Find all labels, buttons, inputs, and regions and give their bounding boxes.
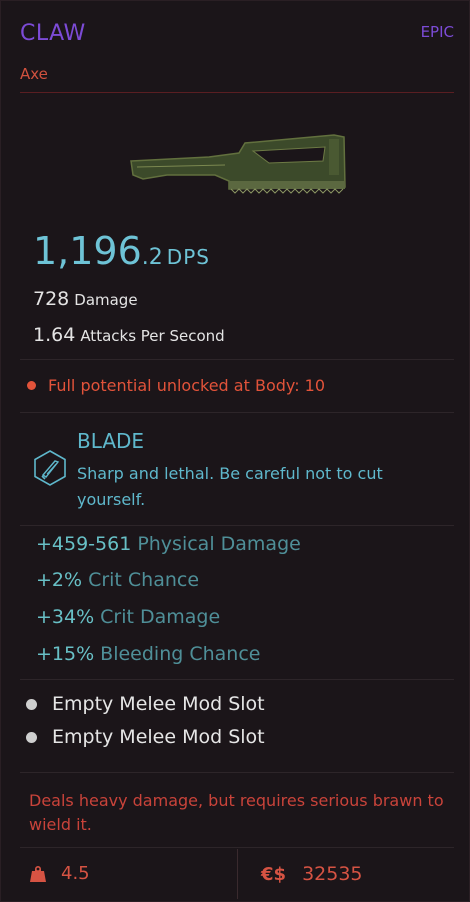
mod-slot-label: Empty Melee Mod Slot [52,726,265,748]
dps-readout: 1,196.2 DPS [33,229,210,273]
footer-divider [20,847,454,848]
dps-decimal: .2 [141,245,163,270]
bonus-row: +459-561 Physical Damage [36,533,301,555]
bonus-row: +15% Bleeding Chance [36,643,260,665]
bonus-label: Crit Damage [100,606,221,628]
divider [20,412,454,413]
bonus-label: Bleeding Chance [100,643,261,665]
bonus-row: +2% Crit Chance [36,569,199,591]
attack-speed-label: Attacks Per Second [80,327,225,345]
mod-slot[interactable]: Empty Melee Mod Slot [26,726,265,748]
rarity-label: EPIC [420,23,454,41]
attack-speed-value: 1.64 [33,324,76,346]
item-type: Axe [20,65,48,83]
bonus-value: +15% [36,643,95,665]
bonus-label: Physical Damage [137,533,301,555]
weight-value: 4.5 [61,863,90,884]
mod-slot[interactable]: Empty Melee Mod Slot [26,693,265,715]
divider [20,525,454,526]
bonus-value: +459-561 [36,533,132,555]
bonus-row: +34% Crit Damage [36,606,220,628]
empty-slot-dot-icon [26,698,37,710]
requirement-warning: Full potential unlocked at Body: 10 [27,376,325,395]
price-value: 32535 [302,863,363,885]
item-tooltip: CLAW EPIC Axe 1,196.2 DPS 728 Damage 1.64 A… [0,0,470,902]
bonus-label: Crit Chance [88,569,200,591]
weight-icon [30,865,46,882]
divider [20,359,454,360]
flavor-text: Deals heavy damage, but requires serious… [29,791,444,834]
warning-dot-icon [27,381,36,390]
bonus-value: +2% [36,569,83,591]
header-divider [20,92,454,93]
bonus-value: +34% [36,606,95,628]
empty-slot-dot-icon [26,731,37,743]
divider [20,772,454,773]
axe-weapon-image [130,134,346,194]
mod-name: BLADE [77,429,145,453]
damage-label: Damage [74,291,138,309]
dps-unit: DPS [166,245,210,269]
mod-slot-label: Empty Melee Mod Slot [52,693,265,715]
damage-value: 728 [33,288,70,310]
price-readout: €$ 32535 [261,863,363,885]
divider [20,679,454,680]
footer-vertical-divider [237,849,238,899]
damage-stat: 728 Damage [33,288,138,310]
eurodollar-icon: €$ [261,863,287,885]
requirement-text: Full potential unlocked at Body: 10 [48,376,326,395]
weight-readout: 4.5 [29,863,90,884]
blade-icon [34,450,66,486]
item-name: CLAW [20,21,86,46]
dps-whole: 1,196 [33,229,142,273]
mod-description: Sharp and lethal. Be careful not to cut … [77,464,383,509]
attack-speed-stat: 1.64 Attacks Per Second [33,324,225,346]
